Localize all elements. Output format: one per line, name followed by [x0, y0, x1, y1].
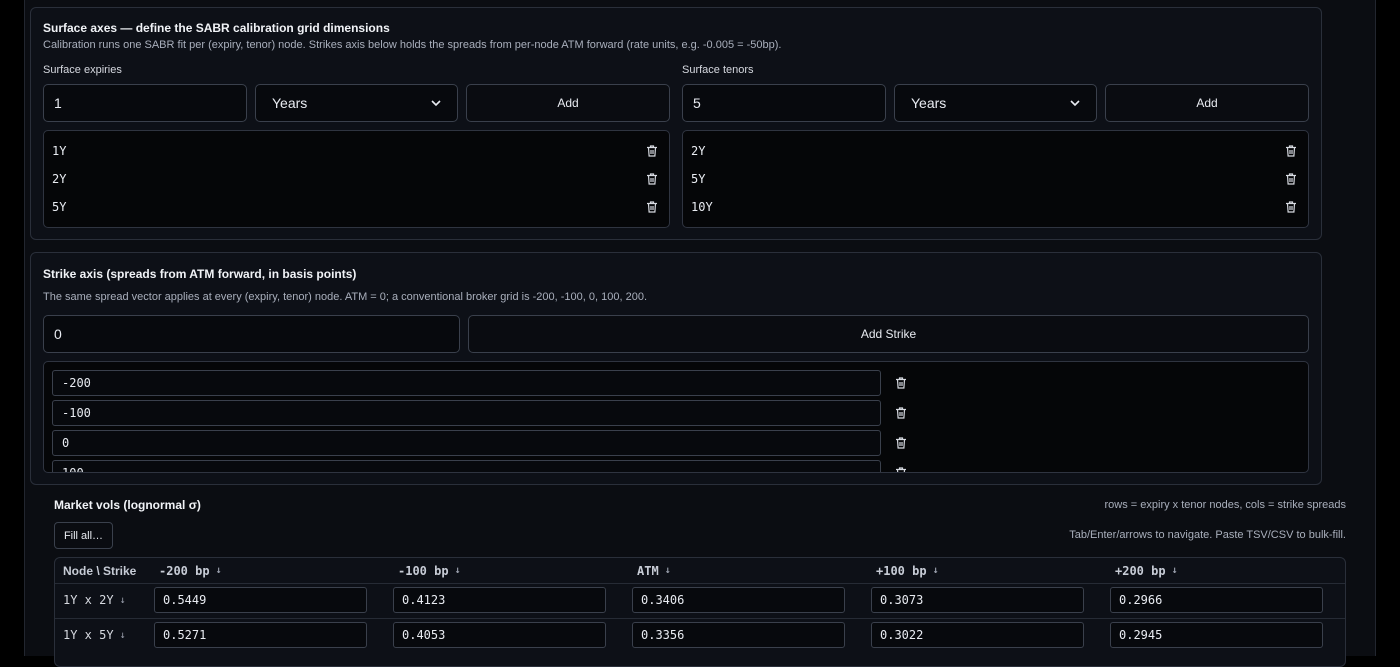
trash-icon[interactable] [1284, 200, 1298, 214]
market-vols-title: Market vols (lognormal σ) [54, 498, 201, 512]
row-header[interactable]: 1Y x 5Y ↓ [63, 622, 126, 648]
column-header[interactable]: +100 bp ↓ [876, 558, 939, 583]
strike-axis-panel: Strike axis (spreads from ATM forward, i… [30, 252, 1322, 485]
tenor-unit-selected: Years [911, 95, 947, 111]
vol-cell[interactable]: 0.3073 [871, 587, 1084, 613]
vol-cell[interactable]: 0.4123 [393, 587, 606, 613]
trash-icon[interactable] [645, 144, 659, 158]
vol-cell[interactable]: 0.5271 [154, 622, 367, 648]
tenor-item-label: 10Y [691, 200, 713, 214]
corner-header: Node \ Strike [63, 563, 137, 578]
list-item: 10Y [691, 197, 1298, 217]
sort-arrow-icon: ↓ [119, 629, 126, 641]
surface-axes-title: Surface axes — define the SABR calibrati… [43, 21, 390, 35]
tenor-unit-select[interactable]: Years [894, 84, 1097, 122]
sort-arrow-icon: ↓ [215, 565, 222, 576]
vol-cell[interactable]: 0.2945 [1110, 622, 1323, 648]
tenor-value-input[interactable]: 5 [682, 84, 886, 122]
trash-icon[interactable] [894, 406, 908, 420]
market-vols-grid: Node \ Strike -200 bp ↓ -100 bp ↓ ATM ↓ +10… [54, 557, 1346, 667]
column-header[interactable]: -100 bp ↓ [398, 558, 461, 583]
strike-input[interactable]: 0 [52, 430, 881, 456]
list-item: 1Y [52, 141, 659, 161]
header-divider [55, 583, 1345, 584]
sort-arrow-icon: ↓ [932, 565, 939, 576]
trash-icon[interactable] [645, 200, 659, 214]
tenor-item-label: 2Y [691, 144, 706, 158]
trash-icon[interactable] [1284, 144, 1298, 158]
row-divider [55, 618, 1345, 619]
strike-list[interactable]: -200 -100 0 100 [43, 361, 1309, 473]
vol-cell[interactable]: 0.3356 [632, 622, 845, 648]
fill-all-button[interactable]: Fill all… [54, 522, 113, 549]
strike-value-input[interactable]: 0 [43, 315, 460, 353]
column-header[interactable]: +200 bp ↓ [1115, 558, 1178, 583]
trash-icon[interactable] [894, 466, 908, 473]
strike-axis-subtitle: The same spread vector applies at every … [43, 291, 647, 303]
add-strike-button[interactable]: Add Strike [468, 315, 1309, 353]
strike-input[interactable]: 100 [52, 460, 881, 472]
strike-input[interactable]: -200 [52, 370, 881, 396]
chevron-down-icon [1070, 100, 1080, 107]
strike-axis-title: Strike axis (spreads from ATM forward, i… [43, 267, 357, 281]
list-item: -100 [52, 400, 912, 426]
trash-icon[interactable] [645, 172, 659, 186]
list-item: 2Y [691, 141, 1298, 161]
list-item: -200 [52, 370, 912, 396]
row-header[interactable]: 1Y x 2Y ↓ [63, 587, 126, 613]
tenor-list: 2Y 5Y 10Y [682, 130, 1309, 228]
add-expiry-button[interactable]: Add [466, 84, 670, 122]
list-item: 0 [52, 430, 912, 456]
expiry-unit-select[interactable]: Years [255, 84, 458, 122]
list-item: 2Y [52, 169, 659, 189]
tenor-item-label: 5Y [691, 172, 706, 186]
sort-arrow-icon: ↓ [664, 565, 671, 576]
expiry-value-input[interactable]: 1 [43, 84, 247, 122]
trash-icon[interactable] [894, 376, 908, 390]
column-header[interactable]: -200 bp ↓ [159, 558, 222, 583]
strike-input[interactable]: -100 [52, 400, 881, 426]
surface-axes-panel: Surface axes — define the SABR calibrati… [30, 7, 1322, 240]
trash-icon[interactable] [1284, 172, 1298, 186]
expiry-item-label: 1Y [52, 144, 67, 158]
surface-axes-subtitle: Calibration runs one SABR fit per (expir… [43, 39, 782, 51]
surface-expiries-label: Surface expiries [43, 64, 122, 76]
list-item: 5Y [52, 197, 659, 217]
sort-arrow-icon: ↓ [454, 565, 461, 576]
vol-cell[interactable]: 0.4053 [393, 622, 606, 648]
sort-arrow-icon: ↓ [119, 594, 126, 606]
chevron-down-icon [431, 100, 441, 107]
vol-cell[interactable]: 0.5449 [154, 587, 367, 613]
expiry-item-label: 2Y [52, 172, 67, 186]
expiry-list: 1Y 2Y 5Y [43, 130, 670, 228]
add-tenor-button[interactable]: Add [1105, 84, 1309, 122]
trash-icon[interactable] [894, 436, 908, 450]
expiry-unit-selected: Years [272, 95, 308, 111]
vol-cell[interactable]: 0.3022 [871, 622, 1084, 648]
surface-tenors-label: Surface tenors [682, 64, 754, 76]
column-header[interactable]: ATM ↓ [637, 558, 671, 583]
market-vols-nav-hint: Tab/Enter/arrows to navigate. Paste TSV/… [1069, 529, 1346, 541]
sort-arrow-icon: ↓ [1171, 565, 1178, 576]
vol-cell[interactable]: 0.3406 [632, 587, 845, 613]
market-vols-rows-hint: rows = expiry x tenor nodes, cols = stri… [1104, 499, 1347, 511]
list-item: 5Y [691, 169, 1298, 189]
list-item: 100 [52, 460, 912, 473]
expiry-item-label: 5Y [52, 200, 67, 214]
vol-cell[interactable]: 0.2966 [1110, 587, 1323, 613]
